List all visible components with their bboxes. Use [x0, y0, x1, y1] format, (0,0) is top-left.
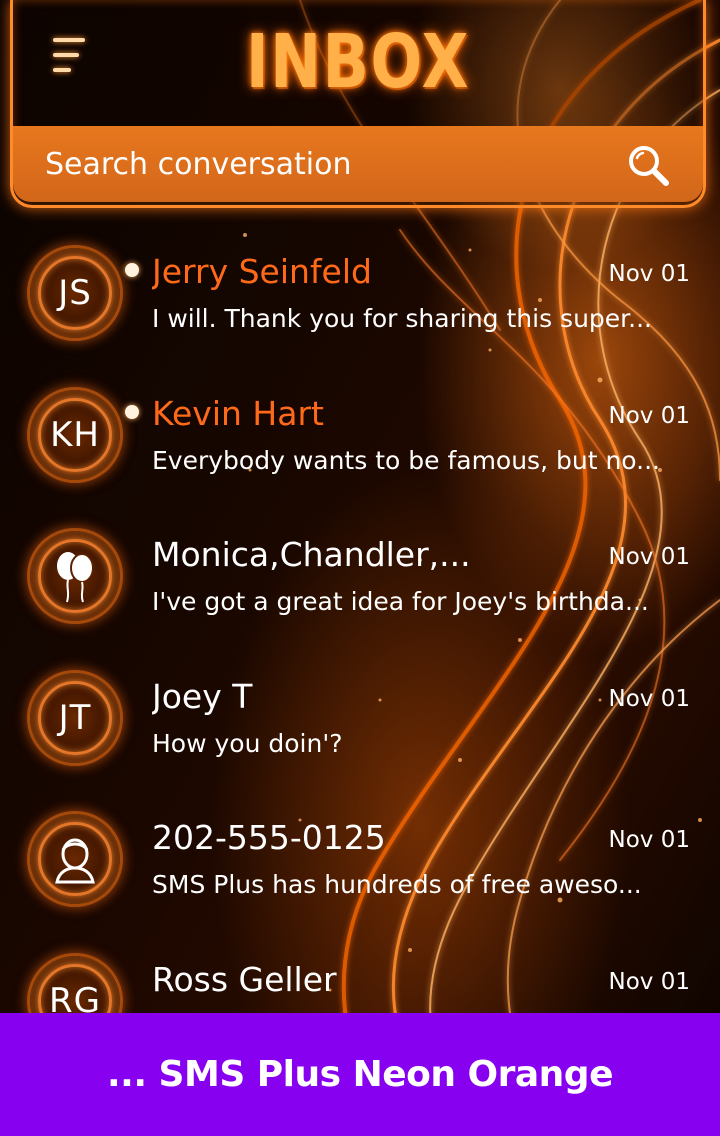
inbox-header: INBOX — [10, 0, 706, 208]
conversation-row[interactable]: JT Joey T Nov 01 How you doin'? — [0, 655, 720, 797]
message-preview: Everybody wants to be famous, but no... — [152, 445, 660, 475]
search-input[interactable] — [43, 126, 607, 204]
contact-name: Jerry Seinfeld — [152, 252, 372, 291]
conversation-row[interactable]: Monica,Chandler,... Nov 01 I've got a gr… — [0, 513, 720, 655]
person-icon — [55, 838, 95, 884]
banner-text: ... SMS Plus Neon Orange — [107, 1054, 614, 1095]
contact-name: Monica,Chandler,... — [152, 535, 471, 574]
contact-name: Kevin Hart — [152, 393, 324, 433]
conversation-row[interactable]: KH Kevin Hart Nov 01 Everybody wants to … — [0, 372, 720, 514]
promo-banner[interactable]: ... SMS Plus Neon Orange — [0, 1013, 720, 1136]
balloons-icon — [57, 552, 94, 603]
message-date: Nov 01 — [608, 685, 690, 712]
message-date: Nov 01 — [608, 968, 690, 995]
message-preview: I've got a great idea for Joey's birthda… — [152, 587, 649, 616]
avatar-initials: JS — [58, 273, 92, 313]
avatar-initials: JT — [58, 697, 92, 738]
contact-name: Ross Geller — [152, 959, 337, 999]
avatar: KH — [30, 389, 120, 480]
avatar: JS — [30, 248, 120, 338]
conversation-row[interactable]: 202-555-0125 Nov 01 SMS Plus has hundred… — [0, 796, 720, 938]
search-icon[interactable] — [625, 142, 671, 188]
avatar — [30, 531, 120, 621]
avatar: JT — [30, 672, 120, 763]
menu-icon-line — [53, 68, 71, 72]
contact-name: 202-555-0125 — [152, 818, 386, 857]
message-date: Nov 01 — [608, 827, 690, 853]
contact-name: Joey T — [152, 676, 253, 716]
message-preview: How you doin'? — [152, 728, 343, 758]
search-bar — [13, 126, 703, 204]
message-date: Nov 01 — [608, 544, 690, 570]
conversation-list: JS Jerry Seinfeld Nov 01 I will. Thank y… — [0, 230, 720, 1079]
message-date: Nov 01 — [608, 402, 690, 429]
message-preview: SMS Plus has hundreds of free aweso... — [152, 870, 642, 899]
message-preview: I will. Thank you for sharing this super… — [152, 304, 652, 333]
avatar — [30, 814, 120, 904]
conversation-row[interactable]: JS Jerry Seinfeld Nov 01 I will. Thank y… — [0, 230, 720, 372]
unread-indicator — [125, 263, 139, 277]
page-title: INBOX — [245, 19, 471, 105]
avatar-initials: KH — [50, 414, 100, 455]
message-date: Nov 01 — [608, 261, 690, 287]
unread-indicator — [125, 404, 139, 419]
